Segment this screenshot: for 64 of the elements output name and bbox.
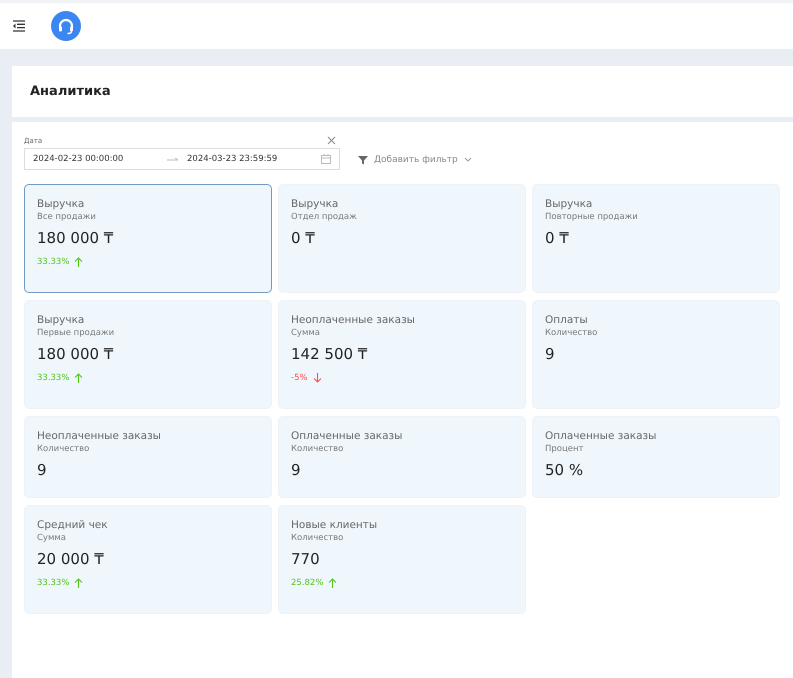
metric-card[interactable]: Выручка Повторные продажи 0 ₸ [532, 184, 780, 293]
arrow-up-icon [328, 578, 338, 588]
metric-value: 180 000 ₸ [37, 229, 114, 247]
card-subtitle: Первые продажи [37, 328, 114, 338]
date-range-field[interactable]: 2024-02-23 00:00:00 2024-03-23 23:59:59 [24, 148, 340, 170]
metric-card[interactable]: Новые клиенты Количество 770 25.82% [278, 505, 526, 614]
calendar-icon [321, 154, 331, 164]
card-title: Неоплаченные заказы [37, 430, 161, 442]
card-subtitle: Повторные продажи [545, 212, 638, 222]
arrow-down-icon [312, 373, 322, 383]
card-title: Оплаты [545, 314, 588, 326]
card-subtitle: Все продажи [37, 212, 96, 222]
metric-value: 9 [37, 461, 47, 479]
card-title: Средний чек [37, 519, 108, 531]
metric-value: 770 [291, 550, 320, 568]
metric-card[interactable]: Оплаченные заказы Количество 9 [278, 416, 526, 498]
card-title: Выручка [37, 198, 84, 210]
metric-value: 9 [545, 345, 555, 363]
card-title: Оплаченные заказы [545, 430, 656, 442]
metric-value: 20 000 ₸ [37, 550, 104, 568]
metric-card[interactable]: Выручка Все продажи 180 000 ₸ 33.33% [24, 184, 272, 293]
metric-card[interactable]: Выручка Отдел продаж 0 ₸ [278, 184, 526, 293]
card-title: Оплаченные заказы [291, 430, 402, 442]
card-title: Выручка [37, 314, 84, 326]
card-subtitle: Сумма [37, 533, 66, 543]
card-title: Выручка [545, 198, 592, 210]
metric-card[interactable]: Неоплаченные заказы Количество 9 [24, 416, 272, 498]
card-subtitle: Количество [37, 444, 90, 454]
card-subtitle: Отдел продаж [291, 212, 357, 222]
headset-icon[interactable] [51, 11, 81, 41]
metric-value: 0 ₸ [291, 229, 315, 247]
metric-value: 9 [291, 461, 301, 479]
metric-card[interactable]: Неоплаченные заказы Сумма 142 500 ₸ -5% [278, 300, 526, 409]
arrow-up-icon [74, 257, 84, 267]
change-percent: -5% [291, 373, 308, 383]
metric-card[interactable]: Оплаченные заказы Процент 50 % [532, 416, 780, 498]
metric-value: 0 ₸ [545, 229, 569, 247]
arrow-up-icon [74, 578, 84, 588]
metric-card[interactable]: Выручка Первые продажи 180 000 ₸ 33.33% [24, 300, 272, 409]
change-percent: 33.33% [37, 373, 70, 383]
metric-card[interactable]: Оплаты Количество 9 [532, 300, 780, 409]
metric-card[interactable]: Средний чек Сумма 20 000 ₸ 33.33% [24, 505, 272, 614]
change-percent: 33.33% [37, 257, 70, 267]
change-percent: 33.33% [37, 578, 70, 588]
arrow-right-icon [167, 156, 179, 162]
change-percent: 25.82% [291, 578, 324, 588]
filter-icon [358, 155, 368, 165]
page-title: Аналитика [30, 84, 111, 99]
close-icon[interactable] [327, 136, 336, 145]
metric-value: 180 000 ₸ [37, 345, 114, 363]
metric-value: 142 500 ₸ [291, 345, 368, 363]
add-filter-button[interactable]: Добавить фильтр [358, 155, 472, 170]
chevron-down-icon [464, 157, 472, 163]
card-title: Новые клиенты [291, 519, 378, 531]
card-title: Неоплаченные заказы [291, 314, 415, 326]
card-subtitle: Количество [291, 533, 344, 543]
metric-value: 50 % [545, 461, 584, 479]
card-subtitle: Количество [291, 444, 344, 454]
card-title: Выручка [291, 198, 338, 210]
card-subtitle: Количество [545, 328, 598, 338]
menu-icon[interactable] [12, 20, 26, 32]
arrow-up-icon [74, 373, 84, 383]
card-subtitle: Процент [545, 444, 584, 454]
card-subtitle: Сумма [291, 328, 320, 338]
